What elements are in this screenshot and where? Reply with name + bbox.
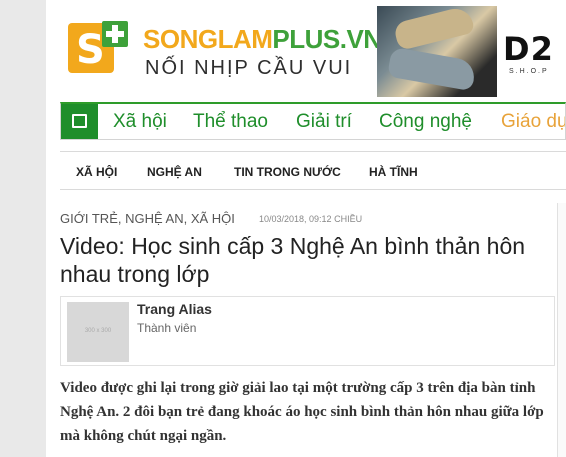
site-slogan: NỐI NHỊP CẦU VUI xyxy=(145,57,353,79)
home-icon xyxy=(72,114,87,128)
sub-nav-xa-hoi[interactable]: XÃ HỘI xyxy=(76,165,117,179)
avatar-placeholder-text: 300 x 300 xyxy=(84,328,112,334)
site-logo-text[interactable]: SONGLAMPLUS.VN xyxy=(143,24,382,55)
nav-item-cong-nghe[interactable]: Công nghệ xyxy=(379,111,472,133)
sub-nav-tin-trong-nuoc[interactable]: TIN TRONG NƯỚC xyxy=(234,165,341,179)
author-name[interactable]: Trang Alias xyxy=(137,301,212,317)
article-categories[interactable]: GIỚI TRẺ, NGHỆ AN, XÃ HỘI xyxy=(60,211,235,226)
logo-part-1: SONGLAM xyxy=(143,24,273,54)
logo-part-2: PLUS.VN xyxy=(272,24,382,54)
sidebar-edge xyxy=(557,203,566,457)
banner-brand-sub: S.H.O.P xyxy=(509,68,549,75)
sub-navigation: XÃ HỘI NGHỆ AN TIN TRONG NƯỚC HÀ TĨNH xyxy=(60,151,566,190)
author-role: Thành viên xyxy=(137,321,197,335)
ad-banner[interactable]: D2 S.H.O.P xyxy=(377,6,566,97)
shoe-image xyxy=(392,6,476,52)
nav-item-xa-hoi[interactable]: Xã hội xyxy=(113,111,167,133)
site-logo-icon[interactable]: S xyxy=(68,19,130,75)
main-navigation: Xã hội Thể thao Giải trí Công nghệ Giáo … xyxy=(60,102,566,140)
article-date: 10/03/2018, 09:12 CHIỀU xyxy=(259,214,363,224)
page: S SONGLAMPLUS.VN NỐI NHỊP CẦU VUI D2 S.H… xyxy=(46,0,566,457)
sub-nav-ha-tinh[interactable]: HÀ TĨNH xyxy=(369,165,418,179)
svg-text:S: S xyxy=(76,27,105,73)
banner-brand-panel: D2 S.H.O.P xyxy=(497,6,566,97)
nav-item-giai-tri[interactable]: Giải trí xyxy=(296,111,352,133)
author-box: 300 x 300 Trang Alias Thành viên xyxy=(60,296,555,366)
article-title: Video: Học sinh cấp 3 Nghệ An bình thản … xyxy=(60,233,526,287)
shoe-image xyxy=(387,46,477,92)
nav-item-giao-duc[interactable]: Giáo dục xyxy=(501,111,565,133)
article-lead: Video được ghi lại trong giờ giải lao tạ… xyxy=(60,380,544,444)
banner-shoes-image xyxy=(377,6,497,97)
banner-brand: D2 xyxy=(503,30,554,68)
nav-item-the-thao[interactable]: Thể thao xyxy=(193,111,268,133)
avatar[interactable]: 300 x 300 xyxy=(67,302,129,362)
home-button[interactable] xyxy=(61,104,98,139)
sub-nav-nghe-an[interactable]: NGHỆ AN xyxy=(147,165,202,179)
